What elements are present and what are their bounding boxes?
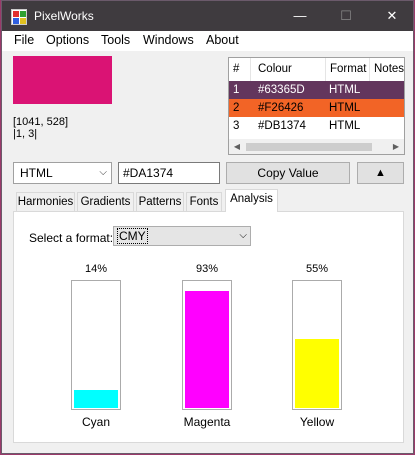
tab-harmonies[interactable]: Harmonies — [16, 192, 75, 211]
magenta-bar — [182, 280, 232, 410]
menu-about[interactable]: About — [206, 33, 239, 47]
color-preview-swatch[interactable] — [13, 56, 112, 104]
hex-value-input[interactable]: #DA1374 — [118, 162, 220, 184]
row-number: 1 — [233, 84, 240, 96]
magenta-label: Magenta — [183, 415, 231, 429]
app-logo-icon — [11, 9, 27, 25]
close-button[interactable]: ✕ — [369, 1, 415, 31]
menu-file[interactable]: File — [14, 33, 34, 47]
cyan-bar-fill — [74, 390, 118, 408]
table-row[interactable]: 3 #DB1374 HTML — [229, 117, 404, 135]
analysis-panel: Select a format: CMY ⌵ 14% Cyan 93% Mage… — [13, 211, 404, 443]
tab-gradients[interactable]: Gradients — [77, 192, 134, 211]
menu-windows[interactable]: Windows — [143, 33, 194, 47]
column-header-notes[interactable]: Notes — [370, 58, 404, 81]
menu-bar: File Options Tools Windows About — [2, 31, 413, 51]
copy-value-button[interactable]: Copy Value — [226, 162, 350, 184]
chevron-down-icon: ⌵ — [99, 167, 107, 178]
colour-table[interactable]: # Colour Format Notes 1 #63365D HTML 2 #… — [228, 57, 405, 155]
row-format: HTML — [329, 84, 361, 96]
up-button[interactable]: ▲ — [357, 162, 404, 184]
row-number: 2 — [233, 102, 240, 114]
minimize-button[interactable]: — — [277, 1, 323, 31]
row-format: HTML — [329, 120, 361, 132]
format-select-value: HTML — [20, 166, 53, 180]
magenta-percent-label: 93% — [195, 263, 219, 275]
tab-patterns[interactable]: Patterns — [136, 192, 184, 211]
scroll-left-icon[interactable]: ◀ — [229, 139, 245, 154]
cursor-cell: |1, 3| — [13, 128, 38, 140]
cursor-position: [1041, 528] — [13, 116, 69, 128]
row-colour: #63365D — [258, 84, 305, 96]
app-window: PixelWorks — ☐ ✕ File Options Tools Wind… — [1, 0, 414, 454]
yellow-bar — [292, 280, 342, 410]
cyan-percent-label: 14% — [84, 263, 108, 275]
analysis-format-value: CMY — [117, 228, 148, 244]
magenta-bar-fill — [185, 291, 229, 408]
yellow-percent-label: 55% — [305, 263, 329, 275]
tab-analysis[interactable]: Analysis — [225, 189, 278, 212]
format-select[interactable]: HTML ⌵ — [13, 162, 112, 184]
tab-fonts[interactable]: Fonts — [186, 192, 222, 211]
table-row[interactable]: 1 #63365D HTML — [229, 81, 404, 99]
table-row[interactable]: 2 #F26426 HTML — [229, 99, 404, 117]
cyan-label: Cyan — [81, 415, 110, 429]
analysis-format-select[interactable]: CMY ⌵ — [113, 226, 251, 246]
yellow-bar-fill — [295, 339, 339, 408]
maximize-button[interactable]: ☐ — [323, 1, 369, 31]
chevron-down-icon: ⌵ — [239, 230, 247, 241]
cyan-bar — [71, 280, 121, 410]
menu-options[interactable]: Options — [46, 33, 89, 47]
column-header-format[interactable]: Format — [326, 58, 370, 81]
column-header-colour[interactable]: Colour — [251, 58, 326, 81]
row-format: HTML — [329, 102, 361, 114]
row-colour: #DB1374 — [258, 120, 306, 132]
menu-tools[interactable]: Tools — [101, 33, 130, 47]
window-title: PixelWorks — [34, 9, 94, 23]
row-number: 3 — [233, 120, 240, 132]
title-bar[interactable]: PixelWorks — ☐ ✕ — [2, 1, 413, 31]
column-header-number[interactable]: # — [229, 58, 251, 81]
horizontal-scrollbar[interactable]: ◀ ▶ — [229, 139, 404, 154]
scrollbar-thumb[interactable] — [246, 143, 372, 151]
scroll-right-icon[interactable]: ▶ — [388, 139, 404, 154]
select-format-label: Select a format: — [29, 231, 114, 245]
yellow-label: Yellow — [299, 415, 335, 429]
row-colour: #F26426 — [258, 102, 304, 114]
